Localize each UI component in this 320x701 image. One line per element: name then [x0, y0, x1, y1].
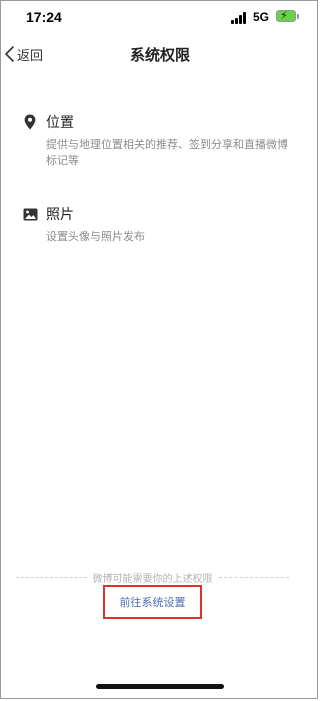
battery-icon: ⚡ [276, 10, 296, 22]
location-pin-icon [22, 114, 38, 130]
battery-tip [297, 14, 299, 19]
page-title: 系统权限 [129, 46, 190, 64]
photo-icon [22, 206, 38, 222]
divider-line [16, 576, 87, 578]
permission-description: 设置头像与照片发布 [46, 230, 145, 243]
permissions-note: 微博可能需要你的上述权限 [92, 573, 213, 585]
permission-item-photos: 照片 设置头像与照片发布 [22, 204, 302, 245]
home-indicator[interactable] [96, 684, 224, 689]
status-bar: 17:24 5G ⚡ [0, 0, 320, 34]
permission-title: 位置 [46, 115, 74, 131]
status-time: 17:24 [26, 9, 62, 25]
navigation-bar: 返回 系统权限 [0, 34, 320, 74]
charging-bolt-icon: ⚡ [280, 9, 288, 22]
permission-description: 提供与地理位置相关的推荐、签到分享和直播微博标记等 [46, 138, 288, 167]
permission-title: 照片 [46, 207, 74, 223]
open-system-settings-button[interactable]: 前往系统设置 [103, 585, 202, 619]
cellular-signal-icon [231, 12, 249, 24]
divider-line [218, 576, 289, 578]
network-type: 5G [253, 10, 270, 24]
permission-item-location: 位置 提供与地理位置相关的推荐、签到分享和直播微博标记等 [22, 112, 302, 169]
permissions-note-divider: 微博可能需要你的上述权限 [16, 570, 289, 585]
